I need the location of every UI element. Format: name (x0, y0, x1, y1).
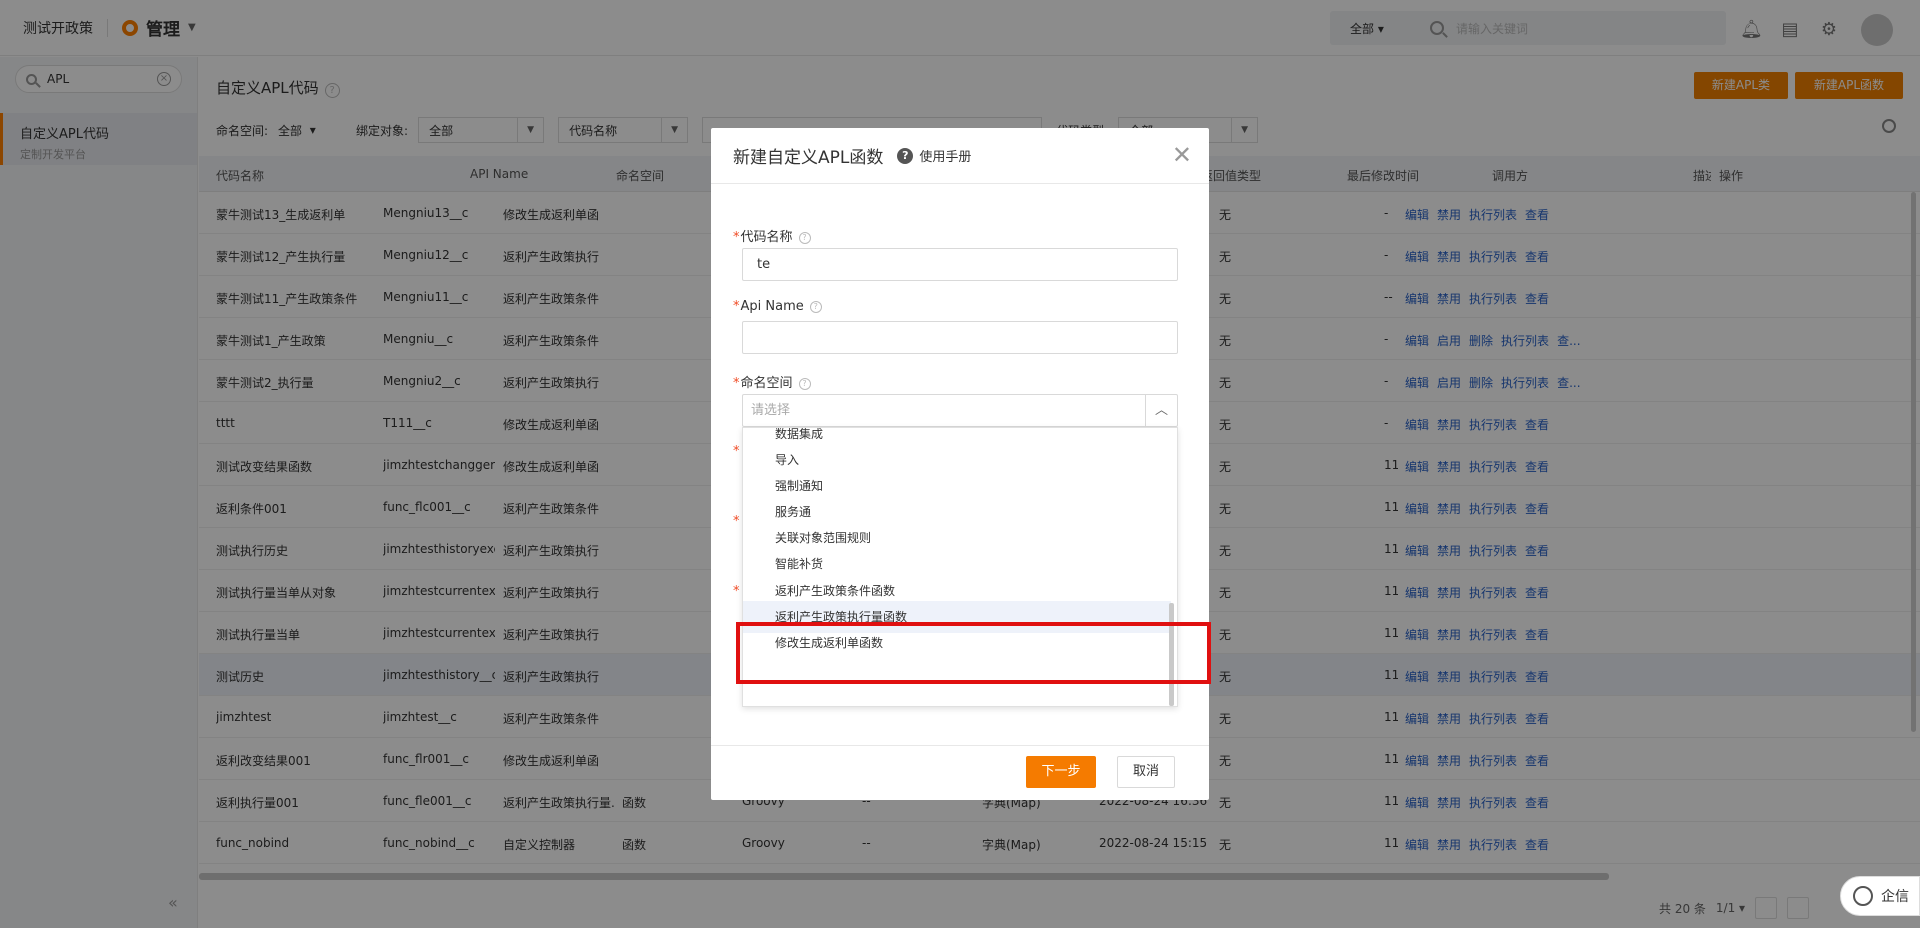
namespace-option[interactable]: 数据集成 (743, 428, 1171, 450)
chat-button[interactable]: 企信 (1840, 876, 1920, 916)
required-mark: * (733, 230, 740, 245)
chevron-up-icon[interactable]: ︿ (1145, 395, 1177, 426)
api-name-input[interactable] (742, 321, 1178, 354)
help-icon[interactable]: ? (798, 377, 811, 390)
dialog-header: 新建自定义APL函数 ? 使用手册 ✕ (711, 128, 1209, 184)
namespace-label: *命名空间? (733, 372, 811, 391)
code-name-label: *代码名称? (733, 226, 811, 245)
user-manual-link[interactable]: 使用手册 (919, 146, 971, 165)
help-icon[interactable]: ? (897, 147, 914, 164)
required-mark: * (733, 299, 740, 314)
api-name-label: *Api Name? (733, 299, 822, 314)
help-icon[interactable]: ? (809, 300, 822, 313)
cancel-button[interactable]: 取消 (1117, 756, 1175, 788)
chat-label: 企信 (1881, 889, 1909, 905)
required-mark: * (733, 376, 740, 391)
namespace-select[interactable]: 请选择 ︿ (742, 394, 1178, 427)
highlight-annotation (736, 622, 1211, 684)
api-name-label-text: Api Name (740, 299, 804, 314)
dialog-title: 新建自定义APL函数 (733, 148, 884, 168)
namespace-select-placeholder: 请选择 (751, 403, 791, 418)
chat-icon (1853, 886, 1873, 906)
code-name-label-text: 代码名称 (740, 230, 793, 245)
code-name-input[interactable]: te (742, 248, 1178, 281)
required-mark: * (733, 514, 740, 529)
new-apl-function-dialog: 新建自定义APL函数 ? 使用手册 ✕ *代码名称? te *Api Name?… (711, 128, 1209, 800)
required-mark: * (733, 584, 740, 599)
required-mark: * (733, 444, 740, 459)
help-icon[interactable]: ? (798, 231, 811, 244)
namespace-label-text: 命名空间 (740, 376, 793, 391)
next-step-button[interactable]: 下一步 (1026, 756, 1096, 788)
close-icon[interactable]: ✕ (1172, 143, 1192, 167)
